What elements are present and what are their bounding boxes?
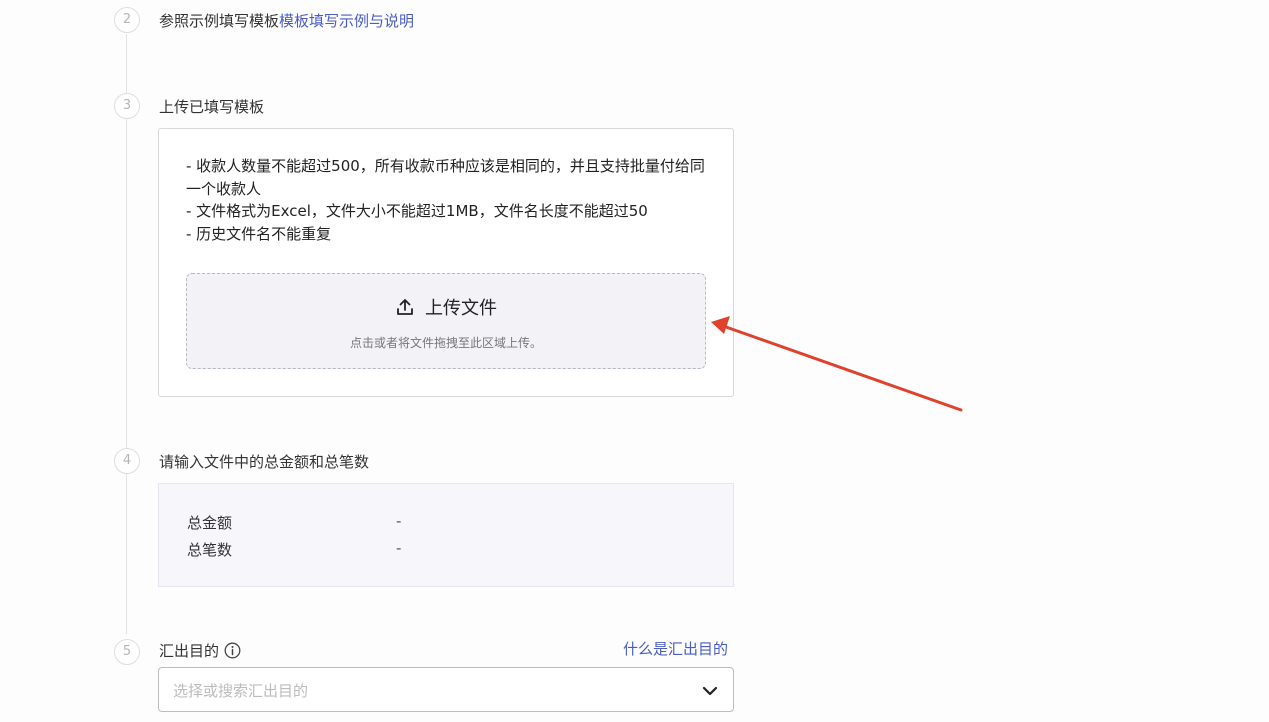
annotation-arrow (711, 316, 963, 412)
